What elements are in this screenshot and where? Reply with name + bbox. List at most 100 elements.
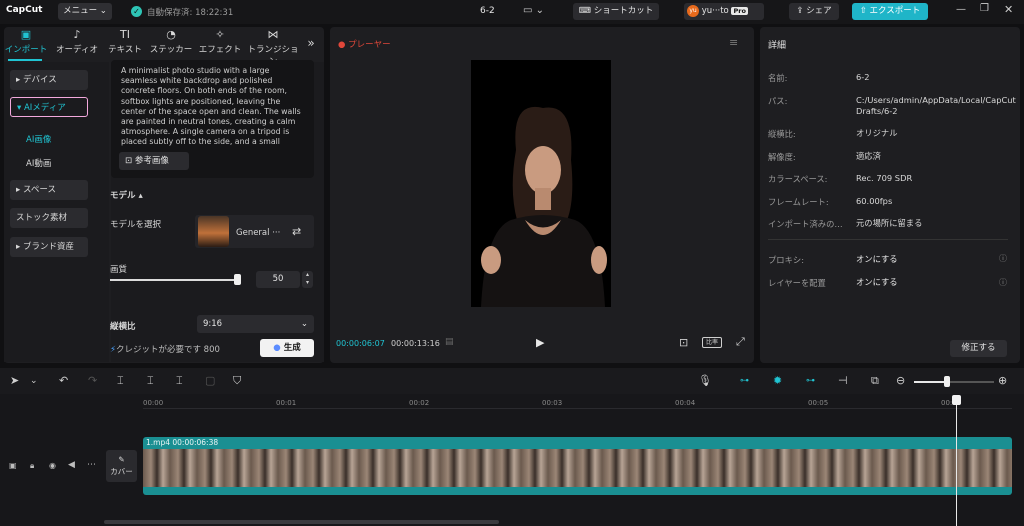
ruler-tick: 00:00 bbox=[143, 399, 164, 407]
zoom-in-icon[interactable]: ⊕ bbox=[998, 374, 1007, 388]
tab-text[interactable]: TI テキスト bbox=[106, 27, 144, 60]
playhead-handle[interactable] bbox=[952, 395, 961, 405]
sidebar-item-device[interactable]: ▸ デバイス bbox=[10, 70, 88, 90]
preview-icon[interactable]: ⧉ bbox=[871, 374, 879, 388]
horizontal-scrollbar[interactable] bbox=[104, 520, 499, 524]
reference-image-button[interactable]: ⊡ 参考画像 bbox=[119, 152, 189, 170]
playhead[interactable] bbox=[956, 398, 957, 526]
more-icon[interactable]: ⋯ bbox=[87, 460, 96, 470]
current-time: 00:00:06:07 bbox=[336, 339, 385, 348]
tab-sticker[interactable]: ◔ ステッカー bbox=[148, 27, 194, 60]
player-title: ● プレーヤー bbox=[338, 40, 391, 50]
quality-slider[interactable] bbox=[110, 279, 238, 281]
layout-icon[interactable]: ▭ ⌄ bbox=[523, 5, 549, 19]
fullscreen-icon[interactable]: ⤢ bbox=[736, 335, 745, 349]
swap-icon[interactable]: ⇄ bbox=[292, 225, 301, 238]
user-account-button[interactable]: yu yu···to Pro bbox=[684, 3, 764, 20]
detail-value-ratio: オリジナル bbox=[856, 128, 898, 138]
video-preview[interactable] bbox=[471, 60, 611, 307]
share-button[interactable]: ⇪ シェア bbox=[789, 3, 839, 20]
eye-icon[interactable]: ◉ bbox=[49, 461, 56, 470]
generate-button[interactable]: ● 生成 bbox=[260, 339, 314, 357]
ratio-button[interactable]: 比率 bbox=[702, 337, 722, 348]
fix-button[interactable]: 修正する bbox=[950, 340, 1007, 357]
magnet-icon[interactable]: ⊶ bbox=[740, 374, 749, 388]
detail-label-ratio: 縦横比: bbox=[768, 129, 796, 139]
sidebar-item-space[interactable]: ▸ スペース bbox=[10, 180, 88, 200]
tab-transition[interactable]: ⋈トランジション bbox=[244, 27, 302, 67]
ratio-label: 縦横比 bbox=[110, 322, 136, 332]
detail-value-colorspace: Rec. 709 SDR bbox=[856, 173, 913, 183]
undo-icon[interactable]: ↶ bbox=[59, 374, 68, 388]
split-left-icon[interactable]: ⌶ bbox=[147, 374, 154, 388]
record-dot-icon: ● bbox=[338, 40, 346, 50]
track-preview-icon[interactable]: ▣ bbox=[9, 461, 17, 470]
details-title: 詳細 bbox=[768, 41, 787, 51]
share-icon: ⇪ bbox=[796, 6, 804, 16]
tab-audio[interactable]: ♪ オーディオ bbox=[54, 27, 100, 60]
select-tool-dropdown-icon[interactable]: ⌄ bbox=[30, 374, 38, 388]
detail-label-colorspace: カラースペース: bbox=[768, 174, 828, 184]
keyboard-icon: ⌨ bbox=[578, 6, 592, 16]
ruler-tick: 00:05 bbox=[808, 399, 829, 407]
close-button[interactable]: ✕ bbox=[1004, 3, 1013, 16]
video-frame bbox=[471, 60, 611, 307]
redo-icon[interactable]: ↷ bbox=[88, 374, 97, 388]
menu-button[interactable]: メニュー ⌄ bbox=[58, 3, 112, 20]
quality-stepper[interactable]: ▴ ▾ bbox=[302, 271, 313, 288]
export-button[interactable]: ⇧ エクスポート bbox=[852, 3, 928, 20]
cover-button[interactable]: ✎ カバー bbox=[106, 450, 137, 482]
detail-label-resolution: 解像度: bbox=[768, 152, 796, 162]
sidebar-item-ai-video[interactable]: AI動画 bbox=[26, 157, 51, 169]
zoom-out-icon[interactable]: ⊖ bbox=[896, 374, 905, 388]
ruler-tick: 00:02 bbox=[409, 399, 430, 407]
split-icon[interactable]: ⌶ bbox=[117, 374, 124, 388]
ratio-select[interactable]: 9:16 ⌄ bbox=[197, 315, 314, 333]
waveform-icon: ▤ bbox=[445, 337, 454, 347]
proxy-help-icon[interactable]: ⓘ bbox=[999, 253, 1007, 264]
zoom-slider-handle[interactable] bbox=[944, 376, 950, 387]
shortcut-button[interactable]: ⌨ ショートカット bbox=[573, 3, 659, 20]
pencil-icon: ✎ bbox=[118, 455, 125, 464]
detail-value-path: C:/Users/admin/AppData/Local/CapCut Draf… bbox=[856, 95, 1016, 116]
sidebar-item-ai-media[interactable]: ▾ AIメディア bbox=[10, 97, 88, 117]
play-button[interactable]: ▶ bbox=[536, 336, 544, 349]
tab-effect[interactable]: ✧ エフェクト bbox=[198, 27, 242, 60]
speaker-icon[interactable]: ◀︎ bbox=[68, 460, 75, 470]
model-heading[interactable]: モデル ▴ bbox=[110, 189, 143, 201]
focus-icon[interactable]: ⊡ bbox=[679, 336, 688, 349]
audio-icon: ♪ bbox=[73, 28, 81, 41]
delete-icon[interactable]: ▢ bbox=[205, 374, 215, 388]
quality-input[interactable]: 50 bbox=[256, 271, 300, 288]
clip-thumbnails bbox=[143, 449, 1012, 487]
minimize-button[interactable]: — bbox=[956, 4, 966, 15]
detail-label-name: 名前: bbox=[768, 73, 788, 83]
snap-icon[interactable]: ✹ bbox=[773, 374, 782, 388]
quality-slider-handle[interactable] bbox=[234, 274, 241, 285]
player-menu-icon[interactable]: ≡ bbox=[729, 36, 738, 49]
sidebar-item-ai-image[interactable]: AI画像 bbox=[26, 133, 51, 145]
ruler-tick: 00:03 bbox=[542, 399, 563, 407]
lock-icon[interactable]: 🔒︎ bbox=[30, 461, 34, 471]
link-icon[interactable]: ⊶ bbox=[806, 374, 815, 388]
zoom-slider-fill bbox=[914, 381, 947, 383]
autosave-check-icon: ✓ bbox=[131, 6, 142, 17]
detail-value-resolution: 適応済 bbox=[856, 151, 881, 161]
more-tabs-icon[interactable]: » bbox=[304, 27, 318, 60]
align-icon[interactable]: ⊣ bbox=[838, 374, 848, 388]
sidebar-item-stock[interactable]: ストック素材 bbox=[10, 208, 88, 228]
shield-icon[interactable]: ⛉ bbox=[233, 374, 241, 388]
sidebar-item-brand[interactable]: ▸ ブランド資産 bbox=[10, 237, 88, 257]
tab-import[interactable]: ▣ インポート bbox=[4, 27, 48, 60]
layer-help-icon[interactable]: ⓘ bbox=[999, 277, 1007, 288]
capcut-logo: CapCut bbox=[6, 5, 43, 15]
microphone-icon[interactable]: 🎙 bbox=[698, 374, 712, 388]
quality-label: 画質 bbox=[110, 265, 128, 275]
select-tool-icon[interactable]: ➤ bbox=[10, 374, 19, 388]
details-panel bbox=[760, 27, 1020, 363]
media-tabs: ▣ インポート ♪ オーディオ TI テキスト ◔ ステッカー ✧ エフェクト ⋈ トランジ… bbox=[4, 27, 324, 67]
split-right-icon[interactable]: ⌶ bbox=[176, 374, 183, 388]
layer-toggle[interactable]: オンにする bbox=[856, 277, 898, 288]
proxy-toggle[interactable]: オンにする bbox=[856, 254, 898, 265]
maximize-button[interactable]: ❐ bbox=[980, 3, 989, 14]
